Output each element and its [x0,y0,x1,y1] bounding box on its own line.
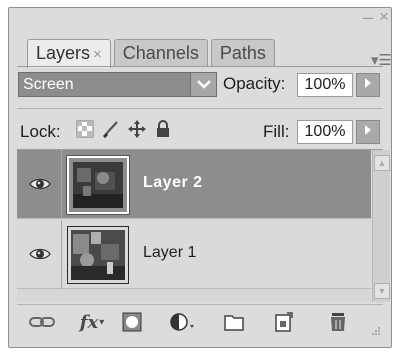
lock-all-icon[interactable] [154,120,172,138]
new-layer-icon[interactable] [273,312,295,332]
opacity-input[interactable]: 100% [297,73,353,97]
layers-list: Layer 2 Layer 1 [17,150,371,302]
lock-position-icon[interactable] [128,120,146,138]
chevron-right-icon [365,78,371,88]
fill-input[interactable]: 100% [297,120,353,144]
divider [17,108,383,109]
layer-style-icon[interactable]: fx ▾ [77,311,107,333]
tab-layers-label: Layers [36,43,91,63]
opacity-slider-button[interactable] [356,73,380,97]
fx-label: fx [79,311,99,333]
panel-tabs: Layers × Channels Paths [27,39,278,68]
layer-thumbnail[interactable] [66,155,130,215]
layer-name[interactable]: Layer 1 [143,244,196,262]
tab-channels-label: Channels [122,43,199,63]
chevron-right-icon [365,125,371,135]
close-icon[interactable]: × [379,8,389,25]
scroll-down-icon[interactable]: ▼ [374,283,390,299]
fill-label: Fill: [263,122,290,141]
scroll-up-icon[interactable]: ▲ [374,155,390,171]
layer-row-layer-1[interactable]: Layer 1 [17,220,371,289]
fill-slider-button[interactable] [356,120,380,144]
layer-mask-icon[interactable] [121,312,143,332]
opacity-label: Opacity: [223,74,286,93]
layer-row-layer-2[interactable]: Layer 2 [17,150,371,219]
chevron-down-icon[interactable] [190,73,216,96]
visibility-toggle[interactable] [17,220,62,289]
visibility-toggle[interactable] [17,150,62,219]
blend-mode-select[interactable]: Screen [18,72,217,97]
tab-layers[interactable]: Layers × [27,39,111,68]
lock-label: Lock: [20,122,61,141]
layers-toolbar: fx ▾ [17,304,383,338]
layers-scrollbar[interactable]: ▲ ▼ [372,150,390,302]
eye-icon [29,248,51,260]
tab-close-icon[interactable]: × [93,46,102,63]
minimize-icon[interactable]: – [363,8,373,26]
lock-image-pixels-icon[interactable] [102,120,120,138]
new-group-icon[interactable] [223,312,245,332]
tab-divider [17,66,383,67]
resize-grip-icon[interactable] [371,326,381,336]
tab-channels[interactable]: Channels [113,39,208,67]
lock-controls [76,120,172,138]
tab-paths-label: Paths [219,43,266,63]
link-layers-icon[interactable] [29,312,55,332]
adjustment-layer-icon[interactable] [169,312,197,332]
blend-mode-value: Screen [23,76,74,93]
lock-transparent-pixels-icon[interactable] [76,120,94,138]
eye-icon [29,178,51,190]
delete-layer-icon[interactable] [327,312,349,332]
layer-thumbnail[interactable] [67,226,129,284]
layer-name[interactable]: Layer 2 [143,174,203,192]
tab-paths[interactable]: Paths [210,39,275,67]
